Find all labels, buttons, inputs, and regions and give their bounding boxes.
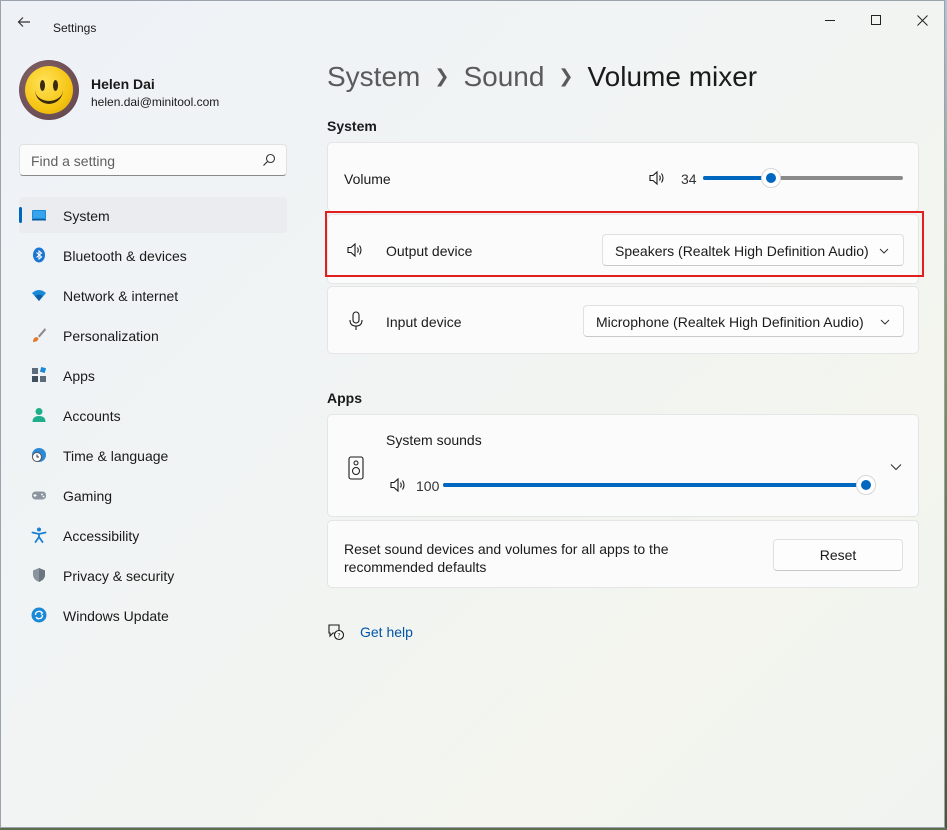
volume-label: Volume [344,171,391,187]
system-sounds-value: 100 [416,478,440,494]
title-bar: Settings [1,1,944,41]
monitor-icon [32,210,46,221]
sidebar-item-network[interactable]: Network & internet [19,277,287,313]
volume-value: 34 [681,171,697,187]
chevron-right-icon: ❯ [434,66,450,86]
person-icon [32,408,46,422]
reset-card: Reset sound devices and volumes for all … [327,520,919,588]
chevron-down-icon[interactable] [890,461,902,473]
search-icon [263,153,276,166]
section-title-system: System [327,118,377,134]
sidebar-item-gaming[interactable]: Gaming [19,477,287,513]
wifi-icon [32,290,46,301]
brush-icon [33,328,46,342]
page-title: Volume mixer [587,61,758,92]
search-placeholder: Find a setting [31,153,116,169]
sidebar-item-label: Accounts [63,408,121,424]
sidebar-item-label: Apps [63,368,95,384]
shield-icon [33,568,45,582]
search-input[interactable]: Find a setting [19,144,287,176]
sidebar-item-windows-update[interactable]: Windows Update [19,597,287,633]
input-device-dropdown[interactable]: Microphone (Realtek High Definition Audi… [583,305,904,337]
minimize-button[interactable] [807,7,853,33]
get-help-link[interactable]: Get help [360,624,413,640]
system-sounds-label: System sounds [386,432,482,448]
speaker-icon[interactable] [648,169,666,187]
gamepad-icon [32,491,46,500]
microphone-icon [349,311,363,330]
input-device-label: Input device [386,314,462,330]
reset-description-line1: Reset sound devices and volumes for all … [344,541,669,557]
svg-text:?: ? [337,632,340,640]
window-title: Settings [53,21,97,35]
sidebar-item-label: Windows Update [63,608,169,624]
breadcrumb: System ❯ Sound ❯ Volume mixer [327,61,757,93]
system-sounds-slider-fill [443,483,866,487]
sidebar-item-accessibility[interactable]: Accessibility [19,517,287,553]
sidebar-item-time-language[interactable]: Time & language [19,437,287,473]
maximize-button[interactable] [853,7,899,33]
speaker-box-icon [348,456,364,480]
active-indicator [19,207,22,223]
sidebar-item-apps[interactable]: Apps [19,357,287,393]
sidebar-item-privacy[interactable]: Privacy & security [19,557,287,593]
close-button[interactable] [899,7,944,33]
volume-card: Volume 34 [327,142,919,212]
reset-description-line2: recommended defaults [344,559,487,575]
sidebar-item-personalization[interactable]: Personalization [19,317,287,353]
system-sounds-slider-thumb[interactable] [856,475,876,495]
sidebar-item-label: System [63,208,110,224]
sidebar-item-label: Accessibility [63,528,140,544]
update-icon [31,607,47,623]
chevron-right-icon: ❯ [558,66,574,86]
help-chat-icon: ? [328,624,345,641]
user-email: helen.dai@minitool.com [91,95,220,109]
maximize-icon [871,15,881,25]
sidebar-nav: System Bluetooth & devices Network & int… [19,197,287,637]
minimize-icon [825,19,835,21]
avatar[interactable] [19,60,79,120]
sidebar-item-label: Privacy & security [63,568,175,584]
smiley-face-icon [25,66,73,114]
sidebar-item-bluetooth[interactable]: Bluetooth & devices [19,237,287,273]
sidebar-item-label: Personalization [63,328,159,344]
chevron-down-icon [880,319,890,325]
apps-icon [32,367,47,382]
accessibility-icon [31,527,47,543]
settings-window: Settings Helen Dai helen.dai@minitool.co… [0,0,945,828]
sidebar-item-label: Time & language [63,448,169,464]
back-arrow-icon[interactable] [17,15,37,31]
sidebar-item-label: Gaming [63,488,113,504]
sidebar-item-accounts[interactable]: Accounts [19,397,287,433]
speaker-icon[interactable] [389,477,407,493]
system-sounds-card: System sounds 100 [327,414,919,517]
bluetooth-icon [33,247,45,263]
globe-clock-icon [32,448,46,462]
input-device-card: Input device Microphone (Realtek High De… [327,286,919,354]
input-device-selected: Microphone (Realtek High Definition Audi… [596,314,864,330]
highlight-box [325,211,924,277]
section-title-apps: Apps [327,390,362,406]
reset-button[interactable]: Reset [773,539,903,571]
sidebar-item-system[interactable]: System [19,197,287,233]
sidebar-item-label: Bluetooth & devices [63,248,187,264]
sidebar-item-label: Network & internet [63,288,179,304]
breadcrumb-system[interactable]: System [327,61,420,92]
user-name: Helen Dai [91,76,155,92]
close-icon [916,14,928,26]
breadcrumb-sound[interactable]: Sound [463,61,544,92]
volume-slider-thumb[interactable] [761,168,781,188]
